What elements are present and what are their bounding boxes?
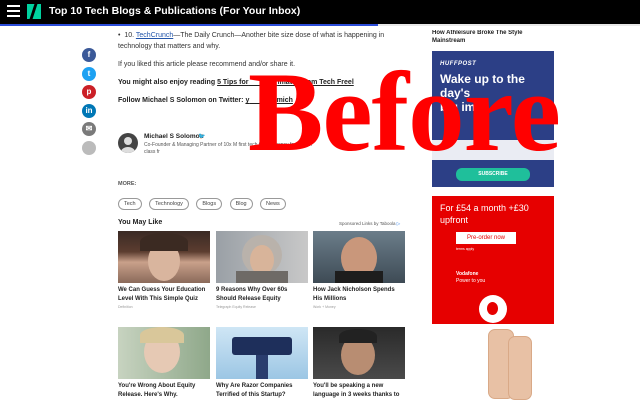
pinterest-icon[interactable]: p	[82, 85, 96, 99]
enjoy-reading: You might also enjoy reading 5 Tips for …	[118, 79, 354, 86]
ad-product-area	[432, 324, 554, 400]
recommended-card[interactable]: 9 Reasons Why Over 60s Should Release Eq…	[216, 231, 308, 309]
card-title[interactable]: You'll be speaking a new language in 3 w…	[313, 382, 405, 400]
tag-blogs[interactable]: Blogs	[196, 198, 223, 210]
card-source: Telegraph Equity Release	[216, 305, 256, 309]
ad-price: For £54 a month +£30 upfront	[440, 203, 529, 225]
card-thumbnail[interactable]	[216, 231, 308, 283]
author-block: Michael S Solomon 🐦 Co-Founder & Managin…	[118, 133, 418, 163]
more-label: MORE:	[118, 181, 137, 187]
email-input-strip[interactable]	[432, 140, 554, 160]
card-title[interactable]: 9 Reasons Why Over 60s Should Release Eq…	[216, 286, 308, 304]
tag-tech[interactable]: Tech	[118, 198, 142, 210]
card-source: Work + Money	[313, 305, 336, 309]
techcrunch-link[interactable]: TechCrunch	[136, 32, 173, 39]
card-thumbnail[interactable]	[216, 327, 308, 379]
recommended-card[interactable]: You'll be speaking a new language in 3 w…	[313, 327, 405, 400]
vodafone-ad[interactable]: For £54 a month +£30 upfront Pre-order n…	[432, 196, 554, 400]
linkedin-icon[interactable]: in	[82, 103, 96, 118]
card-title[interactable]: You're Wrong About Equity Release. Here'…	[118, 382, 210, 400]
related-story-link[interactable]: How Athleisure Broke The Style Mainstream	[432, 30, 554, 51]
taboola-icon: ▷	[396, 221, 401, 226]
recommend-text: If you liked this article please recomme…	[118, 61, 296, 68]
twitter-icon[interactable]: t	[82, 66, 96, 81]
recommended-card[interactable]: You're Wrong About Equity Release. Here'…	[118, 327, 210, 400]
card-source: Definition	[118, 305, 133, 309]
facebook-icon[interactable]: f	[82, 48, 96, 62]
twitter-handle-link[interactable]: y mich	[245, 97, 292, 104]
huffpost-brand: HUFFPOST	[440, 61, 477, 67]
vodafone-logo-icon	[479, 295, 507, 323]
preorder-button[interactable]: Pre-order now	[456, 232, 516, 244]
reading-progress-bar	[0, 24, 640, 26]
sponsored-label[interactable]: Sponsored Links by Taboola ▷	[339, 221, 400, 227]
you-may-like-heading: You May Like	[118, 219, 163, 226]
author-bio: Co-Founder & Managing Partner of 10x M f…	[144, 142, 312, 155]
follow-text: Follow Michael S Solomon on Twitter: y m…	[118, 97, 293, 104]
related-article-link[interactable]: 5 Tips for imates from Tech Freel	[217, 79, 354, 86]
vodafone-tagline: Power to you	[456, 278, 486, 284]
recommended-card[interactable]: We Can Guess Your Education Level With T…	[118, 231, 210, 309]
card-thumbnail[interactable]	[118, 231, 210, 283]
share-rail: f t p in ✉	[82, 48, 96, 159]
tag-news[interactable]: News	[260, 198, 286, 210]
twitter-bird-icon[interactable]: 🐦	[198, 133, 205, 140]
recommended-card[interactable]: Why Are Razor Companies Terrified of thi…	[216, 327, 308, 400]
phone-image	[508, 336, 532, 400]
card-thumbnail[interactable]	[313, 327, 405, 379]
author-name[interactable]: Michael S Solomon	[144, 133, 204, 140]
recommended-card[interactable]: How Jack Nicholson Spends His Millions W…	[313, 231, 405, 309]
reading-progress-fill	[0, 24, 378, 26]
card-thumbnail[interactable]	[313, 231, 405, 283]
card-title[interactable]: We Can Guess Your Education Level With T…	[118, 286, 210, 304]
avatar[interactable]	[118, 133, 138, 153]
card-thumbnail[interactable]	[118, 327, 210, 379]
hamburger-menu-icon[interactable]	[7, 5, 20, 19]
article-body: • 10. TechCrunch—The Daily Crunch—Anothe…	[118, 30, 410, 113]
tag-technology[interactable]: Technology	[149, 198, 189, 210]
list-item: • 10. TechCrunch—The Daily Crunch—Anothe…	[118, 32, 385, 50]
tag-blog[interactable]: Blog	[229, 198, 253, 210]
top-bar: Top 10 Tech Blogs & Publications (For Yo…	[0, 0, 640, 24]
email-icon[interactable]: ✉	[82, 122, 96, 136]
page-title: Top 10 Tech Blogs & Publications (For Yo…	[49, 5, 301, 17]
ad-terms: terms apply	[456, 247, 475, 251]
card-title[interactable]: Why Are Razor Companies Terrified of thi…	[216, 382, 308, 400]
card-title[interactable]: How Jack Nicholson Spends His Millions	[313, 286, 405, 304]
huffpost-subscribe-ad[interactable]: How Athleisure Broke The Style Mainstream…	[432, 30, 554, 187]
comment-icon[interactable]	[82, 140, 96, 155]
tag-list: Tech Technology Blogs Blog News	[118, 192, 289, 210]
subscribe-button[interactable]: SUBSCRIBE	[456, 168, 530, 181]
huffpost-logo[interactable]	[27, 4, 41, 19]
huffpost-headline: Wake up to the day's big imp	[440, 72, 525, 114]
vodafone-brand: Vodafone	[456, 271, 479, 277]
